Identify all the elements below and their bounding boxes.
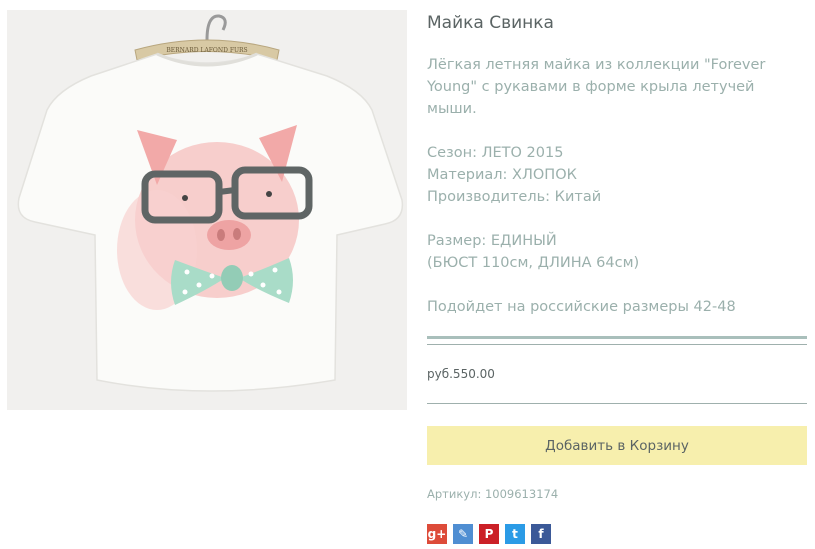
add-to-cart-button[interactable]: Добавить в Корзину (427, 426, 807, 465)
product-info: Майка Свинка Лёгкая летняя майка из колл… (427, 10, 807, 318)
size-text: Размер: ЕДИНЫЙ (427, 233, 557, 249)
product-image[interactable]: BERNARD LAFOND FURS (7, 10, 407, 410)
facebook-icon[interactable]: f (531, 524, 551, 544)
material-text: Материал: ХЛОПОК (427, 167, 577, 183)
google-plus-icon[interactable]: g+ (427, 524, 447, 544)
pinterest-icon[interactable]: P (479, 524, 499, 544)
divider (427, 336, 807, 339)
product-price: руб.550.00 (427, 367, 495, 381)
hanger-label: BERNARD LAFOND FURS (166, 47, 247, 54)
social-share-bar: g+ ✎ P t f (427, 524, 551, 544)
livejournal-icon[interactable]: ✎ (453, 524, 473, 544)
divider (427, 344, 807, 345)
description-text: Лёгкая летняя майка из коллекции "Foreve… (427, 57, 766, 117)
divider (427, 403, 807, 404)
product-description: Лёгкая летняя майка из коллекции "Foreve… (427, 54, 807, 318)
dimensions-text: (БЮСТ 110см, ДЛИНА 64см) (427, 255, 640, 271)
manufacturer-text: Производитель: Китай (427, 189, 602, 205)
fit-text: Подойдет на российские размеры 42-48 (427, 299, 736, 315)
twitter-icon[interactable]: t (505, 524, 525, 544)
product-sku: Артикул: 1009613174 (427, 487, 559, 501)
product-title: Майка Свинка (427, 13, 554, 33)
season-text: Сезон: ЛЕТО 2015 (427, 145, 564, 161)
